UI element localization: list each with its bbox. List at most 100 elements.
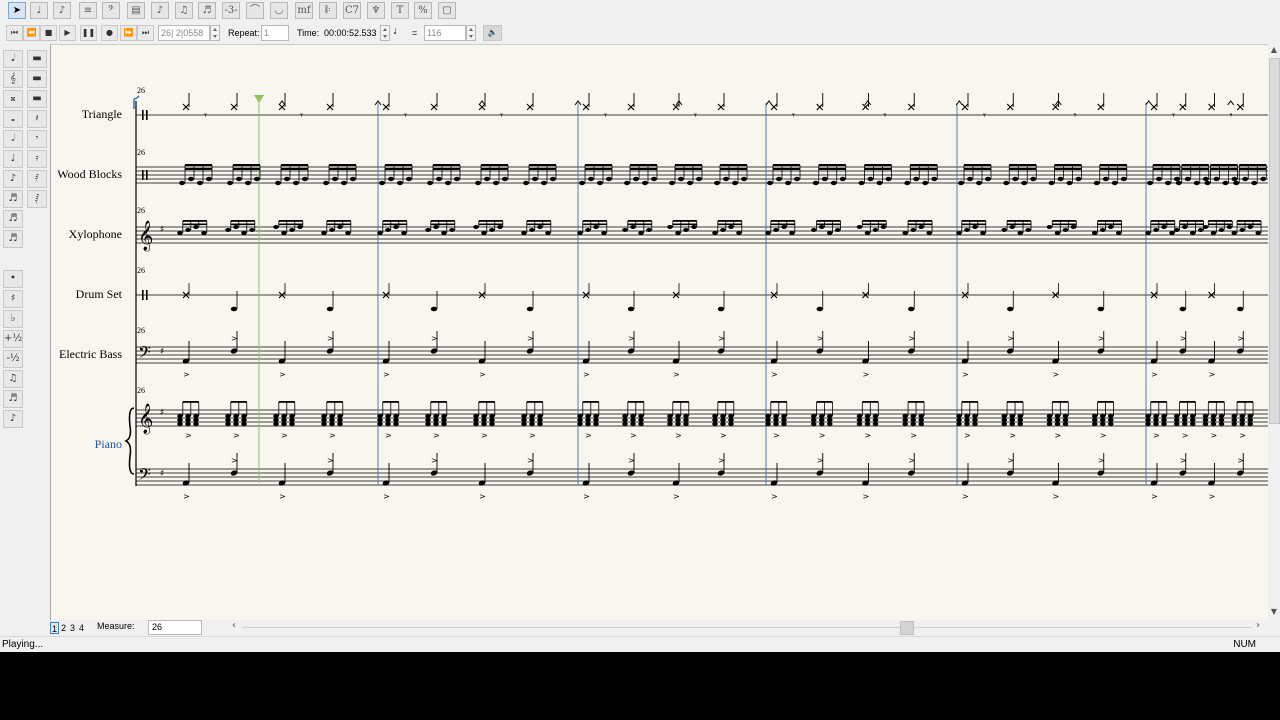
staff-label[interactable]: Wood Blocks [51, 167, 122, 182]
chord-symbol-icon[interactable]: C7 [343, 2, 361, 19]
palette-tool-icon[interactable]: -½ [3, 350, 23, 368]
position-field[interactable]: 26| 2|0558 [158, 25, 210, 41]
x-note-head [582, 103, 590, 111]
rest-tool-icon[interactable]: 𝄽 [27, 110, 47, 128]
palette-tool-icon[interactable]: ♭ [3, 310, 23, 328]
rest-tool-icon[interactable]: 𝄿 [27, 150, 47, 168]
note-head [872, 422, 879, 426]
chord-tool-icon[interactable]: ≡ [79, 2, 97, 19]
score-canvas[interactable]: 26 26 26 26 26 26 𝄞 ♯ 𝄢 ♯ 𝄞 ♯ 𝄢 ♯ 𝄾 𝄾 > > > > > > > > > > > > 𝄾 𝄾 > > > >… [51, 45, 1269, 621]
palette-tool-icon[interactable]: ♫ [3, 370, 23, 388]
staff-tool-icon[interactable]: ▤ [127, 2, 145, 19]
vertical-scrollbar[interactable]: ▲ ▼ [1268, 44, 1280, 620]
palette-tool-icon[interactable]: ♬ [3, 190, 23, 208]
repeat-label: Repeat: [228, 28, 260, 38]
note-head [1231, 231, 1238, 235]
time-spinner[interactable] [380, 25, 390, 41]
scroll-up-icon[interactable]: ▲ [1268, 44, 1280, 56]
note-head [484, 176, 490, 182]
note-head [1017, 231, 1024, 235]
rest-tool-icon[interactable]: 𝅀 [27, 170, 47, 188]
horizontal-scroll-thumb[interactable] [900, 621, 914, 635]
select-arrow-icon[interactable]: ➤ [8, 2, 26, 19]
slur-tool-icon[interactable]: ⌒ [246, 2, 264, 19]
palette-tool-icon[interactable]: 𝄪 [3, 90, 23, 108]
note-head [273, 422, 279, 426]
page-tool-icon[interactable]: ▢ [438, 2, 456, 19]
rest-tool-icon[interactable]: ▬ [27, 90, 47, 108]
note-head [577, 231, 583, 235]
position-spinner[interactable] [210, 25, 220, 41]
palette-tool-icon[interactable]: ♪ [3, 170, 23, 188]
palette-tool-icon[interactable]: ♬ [3, 230, 23, 248]
note-head [1046, 422, 1053, 426]
ornament-tool-icon[interactable]: ♆ [367, 2, 385, 19]
score-view[interactable]: 26 26 26 26 26 26 𝄞 ♯ 𝄢 ♯ 𝄞 ♯ 𝄢 ♯ 𝄾 𝄾 > > > > > > > > > > > > 𝄾 𝄾 > > > >… [50, 44, 1269, 621]
speaker-icon[interactable]: 🔈 [483, 25, 502, 41]
note-head [1239, 422, 1246, 426]
grace-note-icon[interactable]: ♪ [53, 2, 71, 19]
vertical-scroll-thumb[interactable] [1269, 58, 1280, 424]
staff-label[interactable]: Electric Bass [51, 347, 122, 362]
percent-tool-icon[interactable]: % [414, 2, 432, 19]
beam-tool-icon[interactable]: ♫ [175, 2, 193, 19]
scroll-right-icon[interactable]: › [1256, 620, 1260, 631]
rest-tool-icon[interactable]: 𝅁 [27, 190, 47, 208]
clef-tool-icon[interactable]: 𝄢 [102, 2, 120, 19]
staff-label[interactable]: Triangle [51, 107, 122, 122]
repeat-field[interactable]: 1 [261, 25, 289, 41]
palette-tool-icon[interactable]: +½ [3, 330, 23, 348]
tie-tool-icon[interactable]: ◡ [270, 2, 288, 19]
page-button[interactable]: 3 [68, 622, 77, 634]
tuplet-tool-icon[interactable]: ♬ [198, 2, 216, 19]
palette-tool-icon[interactable]: 𝅗𝅥 [3, 130, 23, 148]
triplet-tool-icon[interactable]: -3- [222, 2, 240, 19]
palette-tool-icon[interactable]: ♬ [3, 390, 23, 408]
pause-icon[interactable]: ❚❚ [80, 25, 97, 41]
rest-tool-icon[interactable]: ▬ [27, 70, 47, 88]
beam [961, 401, 978, 403]
tempo-spinner[interactable] [466, 25, 476, 41]
dynamics-tool-icon[interactable]: mf [295, 2, 313, 19]
palette-tool-icon[interactable]: 𝅝 [3, 110, 23, 128]
page-button[interactable]: 1 [50, 622, 59, 634]
note-head [691, 225, 697, 229]
palette-tool-icon[interactable]: ♯ [3, 290, 23, 308]
palette-tool-icon[interactable]: ♪ [3, 410, 23, 428]
palette-tool-icon[interactable]: ♬ [3, 210, 23, 228]
eighth-note-icon[interactable]: ♪ [151, 2, 169, 19]
beam [816, 401, 833, 403]
fast-forward-icon[interactable]: ⏩ [120, 25, 137, 41]
stop-icon[interactable]: ■ [40, 25, 57, 41]
repeat-tool-icon[interactable]: 𝄆 [319, 2, 337, 19]
palette-tool-icon[interactable]: 𝄞 [3, 70, 23, 88]
note-tool-icon[interactable]: ♩ [30, 2, 48, 19]
staff-label[interactable]: Piano [51, 437, 122, 452]
horizontal-scroll-track[interactable] [242, 627, 1252, 628]
palette-tool-icon[interactable]: 𝅘𝅥 [3, 50, 23, 68]
play-icon[interactable]: ▶ [59, 25, 76, 41]
record-icon[interactable]: ● [101, 25, 118, 41]
palette-tool-icon[interactable]: • [3, 270, 23, 288]
staff-label[interactable]: Drum Set [51, 287, 122, 302]
measure-field[interactable]: 26 [148, 620, 202, 635]
staff-label[interactable]: Xylophone [51, 227, 122, 242]
forward-end-icon[interactable]: ⏭ [137, 25, 154, 41]
rest-tool-icon[interactable]: ▬ [27, 50, 47, 68]
page-button[interactable]: 4 [77, 622, 86, 634]
beam [1237, 220, 1262, 222]
scroll-down-icon[interactable]: ▼ [1268, 606, 1280, 618]
note-head [433, 422, 439, 426]
note-head [1009, 414, 1016, 418]
scroll-left-icon[interactable]: ‹ [232, 620, 236, 631]
page-button[interactable]: 2 [59, 622, 68, 634]
palette-tool-icon[interactable]: ♩ [3, 150, 23, 168]
rest-tool-icon[interactable]: 𝄾 [27, 130, 47, 148]
rewind-start-icon[interactable]: ⏮ [6, 25, 23, 41]
drum-note [526, 306, 534, 312]
text-tool-icon[interactable]: T [391, 2, 409, 19]
accent-mark: > [183, 370, 190, 379]
playback-toolbar: ⏮ ⏪ ■ ▶ ❚❚ ● ⏩ ⏭ 26| 2|0558 Repeat: 1 Ti… [0, 22, 1280, 44]
tempo-field[interactable]: 116 [424, 25, 466, 41]
rewind-icon[interactable]: ⏪ [23, 25, 40, 41]
